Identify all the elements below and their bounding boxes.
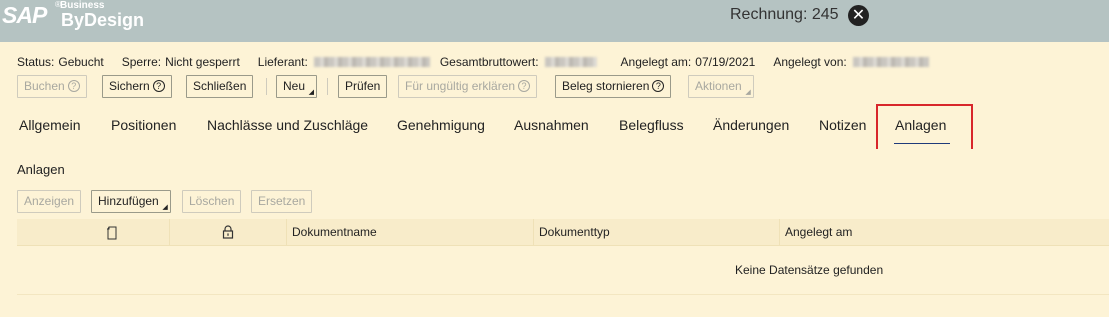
- column-angelegt-am[interactable]: Angelegt am: [780, 219, 1109, 246]
- tab-notizen[interactable]: Notizen: [819, 117, 866, 133]
- anzeigen-label: Anzeigen: [24, 194, 75, 208]
- beleg-stornieren-button[interactable]: Beleg stornieren?: [555, 75, 672, 98]
- angelegt-am-value: 07/19/2021: [695, 55, 756, 69]
- attachments-table-header: Dokumentname Dokumenttyp Angelegt am: [17, 219, 1109, 246]
- help-icon: ?: [67, 80, 80, 92]
- logo-sap-text: SAP: [2, 2, 47, 28]
- app-header: SAP ® Business ByDesign Rechnung: 245 ✕: [0, 0, 1109, 42]
- buchen-label: Buchen: [24, 79, 65, 93]
- angelegt-von-value-redacted: [852, 57, 929, 67]
- tab-belegfluss[interactable]: Belegfluss: [619, 117, 684, 133]
- fuer-ungueltig-erklaeren-button[interactable]: Für ungültig erklären?: [398, 75, 538, 98]
- loeschen-button[interactable]: Löschen: [182, 190, 242, 213]
- document-icon: [107, 226, 117, 240]
- beleg-stornieren-label: Beleg stornieren: [562, 79, 650, 93]
- gesamtbruttowert-value-redacted: [544, 57, 597, 67]
- column-dokumenttyp-label: Dokumenttyp: [539, 225, 610, 239]
- help-icon: ?: [152, 80, 165, 92]
- tab-genehmigung[interactable]: Genehmigung: [397, 117, 485, 133]
- column-document-icon[interactable]: [17, 219, 170, 246]
- loeschen-label: Löschen: [189, 194, 235, 208]
- close-icon[interactable]: ✕: [848, 5, 869, 26]
- status-value: Gebucht: [58, 55, 104, 69]
- tab-nachlaesse-und-zuschlaege[interactable]: Nachlässe und Zuschläge: [207, 117, 368, 133]
- empty-table-message: Keine Datensätze gefunden: [735, 263, 884, 277]
- column-dokumenttyp[interactable]: Dokumenttyp: [534, 219, 780, 246]
- sichern-button[interactable]: Sichern?: [102, 75, 172, 98]
- column-lock-icon[interactable]: [170, 219, 287, 246]
- tab-allgemein[interactable]: Allgemein: [19, 117, 80, 133]
- toolbar-separator: [266, 78, 267, 95]
- pruefen-button[interactable]: Prüfen: [338, 75, 388, 98]
- toolbar-separator: [327, 78, 328, 95]
- hinzufuegen-menu-button[interactable]: Hinzufügen ◢: [91, 190, 171, 213]
- tab-ausnahmen[interactable]: Ausnahmen: [514, 117, 589, 133]
- column-angelegt-am-label: Angelegt am: [785, 225, 853, 239]
- sperre-value: Nicht gesperrt: [165, 55, 240, 69]
- status-label: Status:: [17, 55, 55, 69]
- pruefen-label: Prüfen: [345, 79, 381, 93]
- window-title: Rechnung: 245: [730, 6, 839, 23]
- tab-aenderungen[interactable]: Änderungen: [713, 117, 789, 133]
- ersetzen-button[interactable]: Ersetzen: [251, 190, 313, 213]
- fuer-ungueltig-label: Für ungültig erklären: [405, 79, 516, 93]
- help-icon: ?: [518, 80, 531, 92]
- logo-bydesign-text: ByDesign: [61, 10, 145, 30]
- aktionen-label: Aktionen: [695, 79, 742, 93]
- menu-corner-icon: ◢: [745, 89, 751, 96]
- lieferant-value-redacted: [313, 57, 430, 67]
- column-dokumentname-label: Dokumentname: [292, 225, 377, 239]
- schliessen-label: Schließen: [193, 79, 247, 93]
- lock-icon: [222, 225, 234, 239]
- tab-positionen[interactable]: Positionen: [111, 117, 176, 133]
- help-icon: ?: [652, 80, 665, 92]
- menu-corner-icon: ◢: [162, 204, 168, 211]
- gesamtbruttowert-label: Gesamtbruttowert:: [439, 55, 539, 69]
- lieferant-label: Lieferant:: [257, 55, 308, 69]
- section-title: Anlagen: [17, 162, 65, 177]
- sperre-label: Sperre:: [121, 55, 162, 69]
- buchen-button[interactable]: Buchen?: [17, 75, 87, 98]
- neu-label: Neu: [283, 79, 306, 93]
- column-dokumentname[interactable]: Dokumentname: [287, 219, 534, 246]
- status-row: Status: Gebucht Sperre: Nicht gesperrt L…: [17, 54, 929, 70]
- attachments-table-body: [17, 247, 1109, 295]
- neu-menu-button[interactable]: Neu ◢: [276, 75, 318, 98]
- menu-corner-icon: ◢: [308, 89, 315, 96]
- aktionen-menu-button[interactable]: Aktionen ◢: [688, 75, 754, 98]
- hinzufuegen-label: Hinzufügen: [98, 194, 159, 208]
- angelegt-am-label: Angelegt am:: [620, 55, 692, 69]
- sichern-label: Sichern: [109, 79, 150, 93]
- angelegt-von-label: Angelegt von:: [773, 55, 847, 69]
- schliessen-button[interactable]: Schließen: [186, 75, 254, 98]
- anzeigen-button[interactable]: Anzeigen: [17, 190, 82, 213]
- ersetzen-label: Ersetzen: [258, 194, 306, 208]
